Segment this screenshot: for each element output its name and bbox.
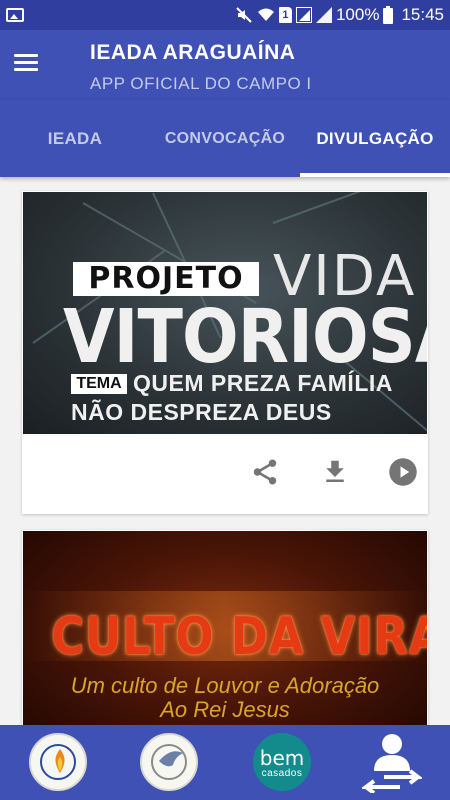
flame-icon — [55, 749, 65, 773]
download-icon[interactable] — [320, 457, 350, 487]
post-feed[interactable]: PROJETO VIDA VITORIOSA TEMA QUEM PREZA F… — [0, 177, 450, 725]
tab-ieada[interactable]: IEADA — [0, 100, 150, 177]
ministry-logo-1[interactable] — [29, 733, 87, 791]
signal-sim1-icon — [295, 7, 312, 23]
share-icon[interactable] — [250, 457, 280, 487]
wifi-icon — [257, 8, 274, 21]
banner-culto-line2: Ao Rei Jesus — [160, 697, 290, 722]
post-actions — [22, 449, 428, 499]
banner-tema-label: TEMA — [71, 374, 127, 394]
banner-theme-line2: NÃO DESPREZA DEUS — [71, 399, 332, 425]
banner-projeto-label: PROJETO — [73, 262, 259, 296]
post-card: PROJETO VIDA VITORIOSA TEMA QUEM PREZA F… — [22, 191, 428, 514]
banner-vitoriosa-text: VITORIOSA — [63, 294, 427, 380]
tab-convocacao[interactable]: CONVOCAÇÃO — [150, 100, 300, 177]
clock: 15:45 — [401, 5, 444, 24]
post-card: CULTO DA VIRADA Um culto de Louvor e Ado… — [22, 530, 428, 725]
image-notification-icon — [6, 8, 24, 22]
tab-bar: IEADA CONVOCAÇÃO DIVULGAÇÃO — [0, 100, 450, 177]
user-transfer-icon[interactable] — [360, 731, 424, 795]
post-banner-image[interactable]: CULTO DA VIRADA Um culto de Louvor e Ado… — [23, 531, 427, 725]
bem-casados-sub: casados — [261, 768, 303, 779]
app-title: IEADA ARAGUAÍNA — [90, 41, 296, 64]
battery-icon — [383, 6, 394, 24]
app-subtitle: APP OFICIAL DO CAMPO I — [90, 74, 312, 93]
sim-icon: 1 — [278, 7, 292, 23]
status-bar: 1 100% 15:45 — [0, 0, 450, 30]
signal-sim2-icon — [315, 7, 332, 23]
tab-divulgacao[interactable]: DIVULGAÇÃO — [300, 100, 450, 177]
app-screen: 1 100% 15:45 IEADA ARAGUAÍNA APP OFICIAL… — [0, 0, 450, 800]
post-banner-image[interactable]: PROJETO VIDA VITORIOSA TEMA QUEM PREZA F… — [23, 192, 427, 434]
dove-icon — [159, 751, 183, 767]
banner-theme-line1: QUEM PREZA FAMÍLIA — [133, 370, 393, 396]
bottom-bar: bem casados — [0, 725, 450, 800]
bem-casados-main: bem — [259, 746, 305, 770]
banner-culto-line1: Um culto de Louvor e Adoração — [70, 673, 380, 698]
battery-percent: 100% — [335, 5, 380, 24]
bem-casados-logo[interactable]: bem casados — [253, 733, 311, 791]
banner-culto-title: CULTO DA VIRADA — [51, 607, 427, 667]
play-icon[interactable] — [388, 457, 418, 487]
app-bar: IEADA ARAGUAÍNA APP OFICIAL DO CAMPO I — [0, 30, 450, 100]
mute-icon — [236, 7, 252, 23]
hamburger-menu-icon[interactable] — [14, 50, 44, 80]
ministry-logo-2[interactable] — [140, 733, 198, 791]
